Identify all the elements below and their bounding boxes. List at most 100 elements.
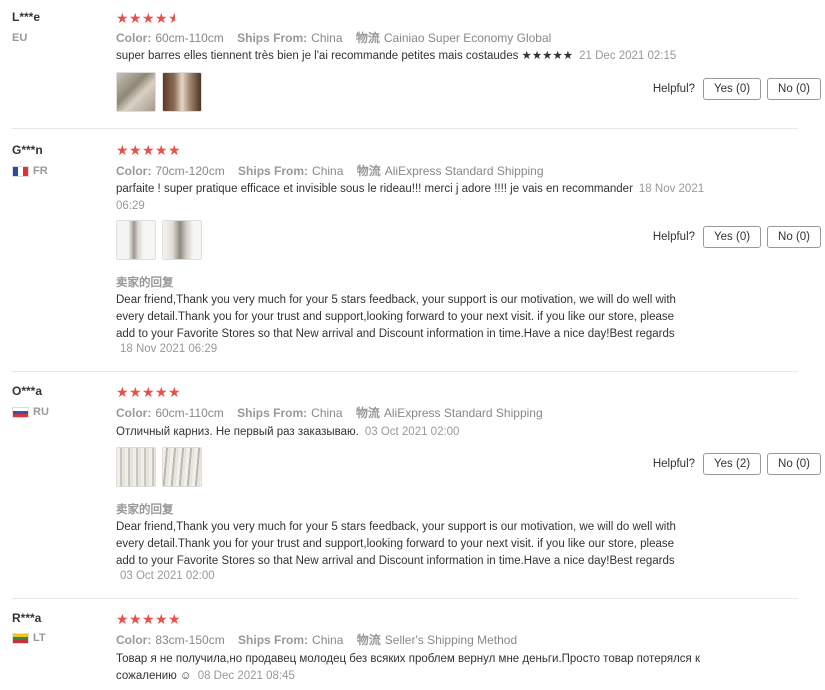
- star-icon: ★: [142, 142, 155, 158]
- divider: [12, 371, 798, 372]
- shipping-value: Seller's Shipping Method: [384, 633, 518, 647]
- ships-from-value: China: [312, 633, 344, 647]
- france-flag-icon: [12, 165, 29, 177]
- shipping-label: 物流: [355, 406, 380, 420]
- review-text-block: parfaite ! super pratique efficace et in…: [116, 181, 706, 215]
- star-icon: ★: [129, 384, 142, 400]
- rating-stars: ★ ★ ★ ★ ★: [116, 11, 181, 25]
- ships-from-label: Ships From:: [238, 633, 309, 647]
- review-meta: Color: 83cm-150cm Ships From: China 物流 Sell…: [116, 631, 527, 648]
- helpful-yes-button[interactable]: Yes (0): [703, 226, 762, 248]
- shipping-value: Cainiao Super Economy Global: [383, 31, 552, 45]
- color-label: Color:: [116, 406, 152, 420]
- rating-stars: ★ ★ ★ ★ ★: [116, 143, 181, 157]
- helpful-label: Helpful?: [652, 458, 696, 470]
- helpful-section: Helpful? Yes (0) No (0): [653, 78, 821, 100]
- rating-stars: ★ ★ ★ ★ ★: [116, 612, 181, 626]
- helpful-label: Helpful?: [652, 83, 696, 95]
- color-label: Color:: [116, 164, 152, 178]
- color-value: 60cm-110cm: [155, 31, 224, 45]
- color-value: 83cm-150cm: [155, 633, 225, 647]
- half-star-icon: ★: [168, 10, 181, 26]
- star-icon: ★: [129, 611, 142, 627]
- review-date: 21 Dec 2021 02:15: [579, 50, 677, 62]
- review-text: super barres elles tiennent très bien je…: [116, 50, 574, 62]
- seller-reply-text: Dear friend,Thank you very much for your…: [116, 294, 676, 340]
- reviewer-name: O***a: [12, 384, 43, 398]
- review-photo[interactable]: [116, 72, 156, 112]
- star-icon: ★: [129, 142, 142, 158]
- seller-reply-title: 卖家的回复: [116, 277, 174, 289]
- star-icon: ★: [168, 611, 181, 627]
- reviewer-country: LT: [12, 632, 46, 644]
- seller-reply-date: 03 Oct 2021 02:00: [120, 570, 215, 582]
- star-icon: ★: [155, 142, 168, 158]
- shipping-value: AliExpress Standard Shipping: [383, 406, 543, 420]
- reviewer-country: EU: [12, 32, 27, 44]
- shipping-label: 物流: [355, 31, 380, 45]
- review-text-block: Товар я не получила,но продавец молодец …: [116, 651, 706, 685]
- seller-reply-date: 18 Nov 2021 06:29: [120, 343, 218, 355]
- review-photos: [116, 220, 202, 260]
- review-meta: Color: 60cm-110cm Ships From: China 物流 AliE…: [116, 404, 553, 421]
- star-icon: ★: [116, 10, 129, 26]
- shipping-value: AliExpress Standard Shipping: [384, 164, 544, 178]
- star-icon: ★: [155, 611, 168, 627]
- review-meta: Color: 60cm-110cm Ships From: China 物流 Cain…: [116, 29, 561, 46]
- ships-from-value: China: [311, 406, 343, 420]
- seller-reply-title: 卖家的回复: [116, 504, 174, 516]
- helpful-label: Helpful?: [652, 231, 696, 243]
- star-icon: ★: [116, 142, 129, 158]
- review-text-block: Отличный карниз. Не первый раз заказываю…: [116, 424, 706, 441]
- seller-reply-text: Dear friend,Thank you very much for your…: [116, 521, 676, 567]
- country-code: LT: [33, 632, 46, 644]
- rating-stars: ★ ★ ★ ★ ★: [116, 385, 181, 399]
- helpful-no-button[interactable]: No (0): [767, 226, 821, 248]
- review-text: Отличный карниз. Не первый раз заказываю…: [116, 426, 359, 438]
- helpful-no-button[interactable]: No (0): [767, 78, 821, 100]
- country-code: RU: [33, 406, 49, 418]
- review-photo[interactable]: [162, 72, 202, 112]
- reviewer-name: L***e: [12, 10, 41, 24]
- lithuania-flag-icon: [12, 632, 29, 644]
- ships-from-value: China: [311, 31, 343, 45]
- review-meta: Color: 70cm-120cm Ships From: China 物流 AliE…: [116, 162, 554, 179]
- ships-from-value: China: [312, 164, 344, 178]
- shipping-label: 物流: [356, 164, 381, 178]
- star-icon: ★: [142, 611, 155, 627]
- review-photo[interactable]: [162, 220, 202, 260]
- color-label: Color:: [116, 31, 152, 45]
- star-icon: ★: [155, 10, 168, 26]
- star-icon: ★: [142, 384, 155, 400]
- star-icon: ★: [142, 10, 155, 26]
- review-photo[interactable]: [116, 220, 156, 260]
- ships-from-label: Ships From:: [237, 31, 308, 45]
- country-code: EU: [12, 32, 28, 44]
- review-text: parfaite ! super pratique efficace et in…: [116, 183, 633, 195]
- russia-flag-icon: [12, 406, 29, 418]
- color-value: 60cm-110cm: [155, 406, 224, 420]
- star-icon: ★: [129, 10, 142, 26]
- helpful-no-button[interactable]: No (0): [767, 453, 821, 475]
- star-icon: ★: [116, 611, 129, 627]
- divider: [12, 598, 798, 599]
- review-date: 08 Dec 2021 08:45: [197, 670, 295, 682]
- divider: [12, 128, 798, 129]
- country-code: FR: [33, 165, 48, 177]
- reviewer-country: RU: [12, 406, 49, 418]
- review-photos: [116, 72, 202, 112]
- star-icon: ★: [116, 384, 129, 400]
- helpful-yes-button[interactable]: Yes (2): [703, 453, 762, 475]
- review-date: 03 Oct 2021 02:00: [364, 426, 460, 438]
- star-icon: ★: [155, 384, 168, 400]
- helpful-section: Helpful? Yes (2) No (0): [653, 453, 821, 475]
- color-value: 70cm-120cm: [155, 164, 225, 178]
- reviewer-name: G***n: [12, 143, 43, 157]
- star-icon: ★: [168, 142, 181, 158]
- review-photo[interactable]: [162, 447, 202, 487]
- reviewer-name: R***a: [12, 611, 42, 625]
- helpful-yes-button[interactable]: Yes (0): [703, 78, 762, 100]
- review-photo[interactable]: [116, 447, 156, 487]
- ships-from-label: Ships From:: [238, 164, 309, 178]
- star-icon: ★: [168, 384, 181, 400]
